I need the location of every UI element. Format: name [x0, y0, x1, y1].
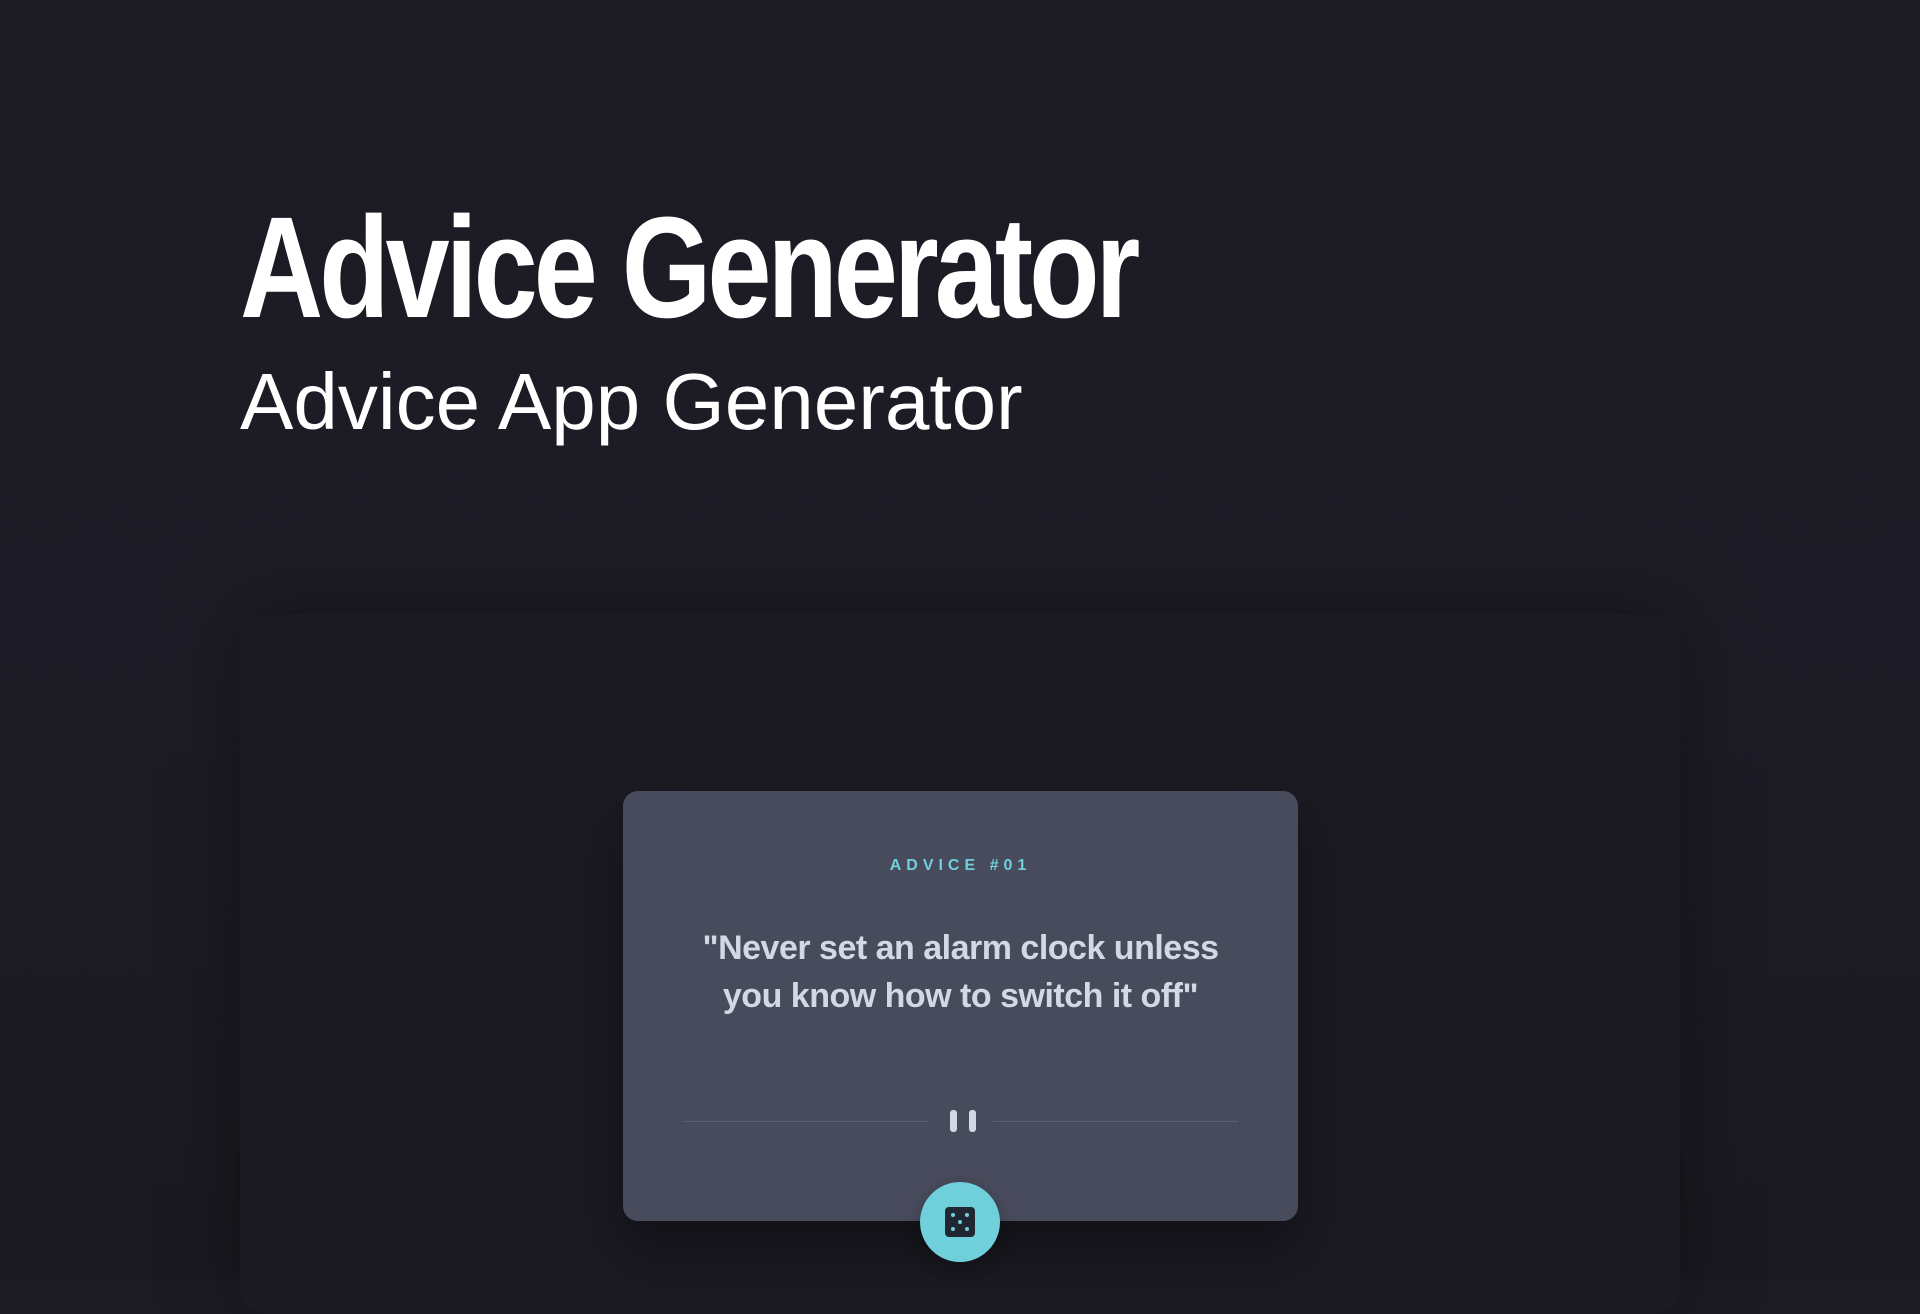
dice-icon [945, 1207, 975, 1237]
advice-id-label: ADVICE #01 [889, 857, 1032, 874]
generate-advice-button[interactable] [920, 1182, 1000, 1262]
advice-quote: "Never set an alarm clock unless you kno… [702, 929, 1219, 1015]
divider [683, 1110, 1238, 1134]
divider-line-right [993, 1121, 1238, 1122]
page-title: Advice Generator [240, 187, 1140, 348]
divider-line-left [683, 1121, 928, 1122]
advice-card: ADVICE #01 "Never set an alarm clock unl… [623, 791, 1298, 1221]
page-subtitle: Advice App Generator [240, 357, 1023, 446]
pause-icon [950, 1110, 976, 1132]
